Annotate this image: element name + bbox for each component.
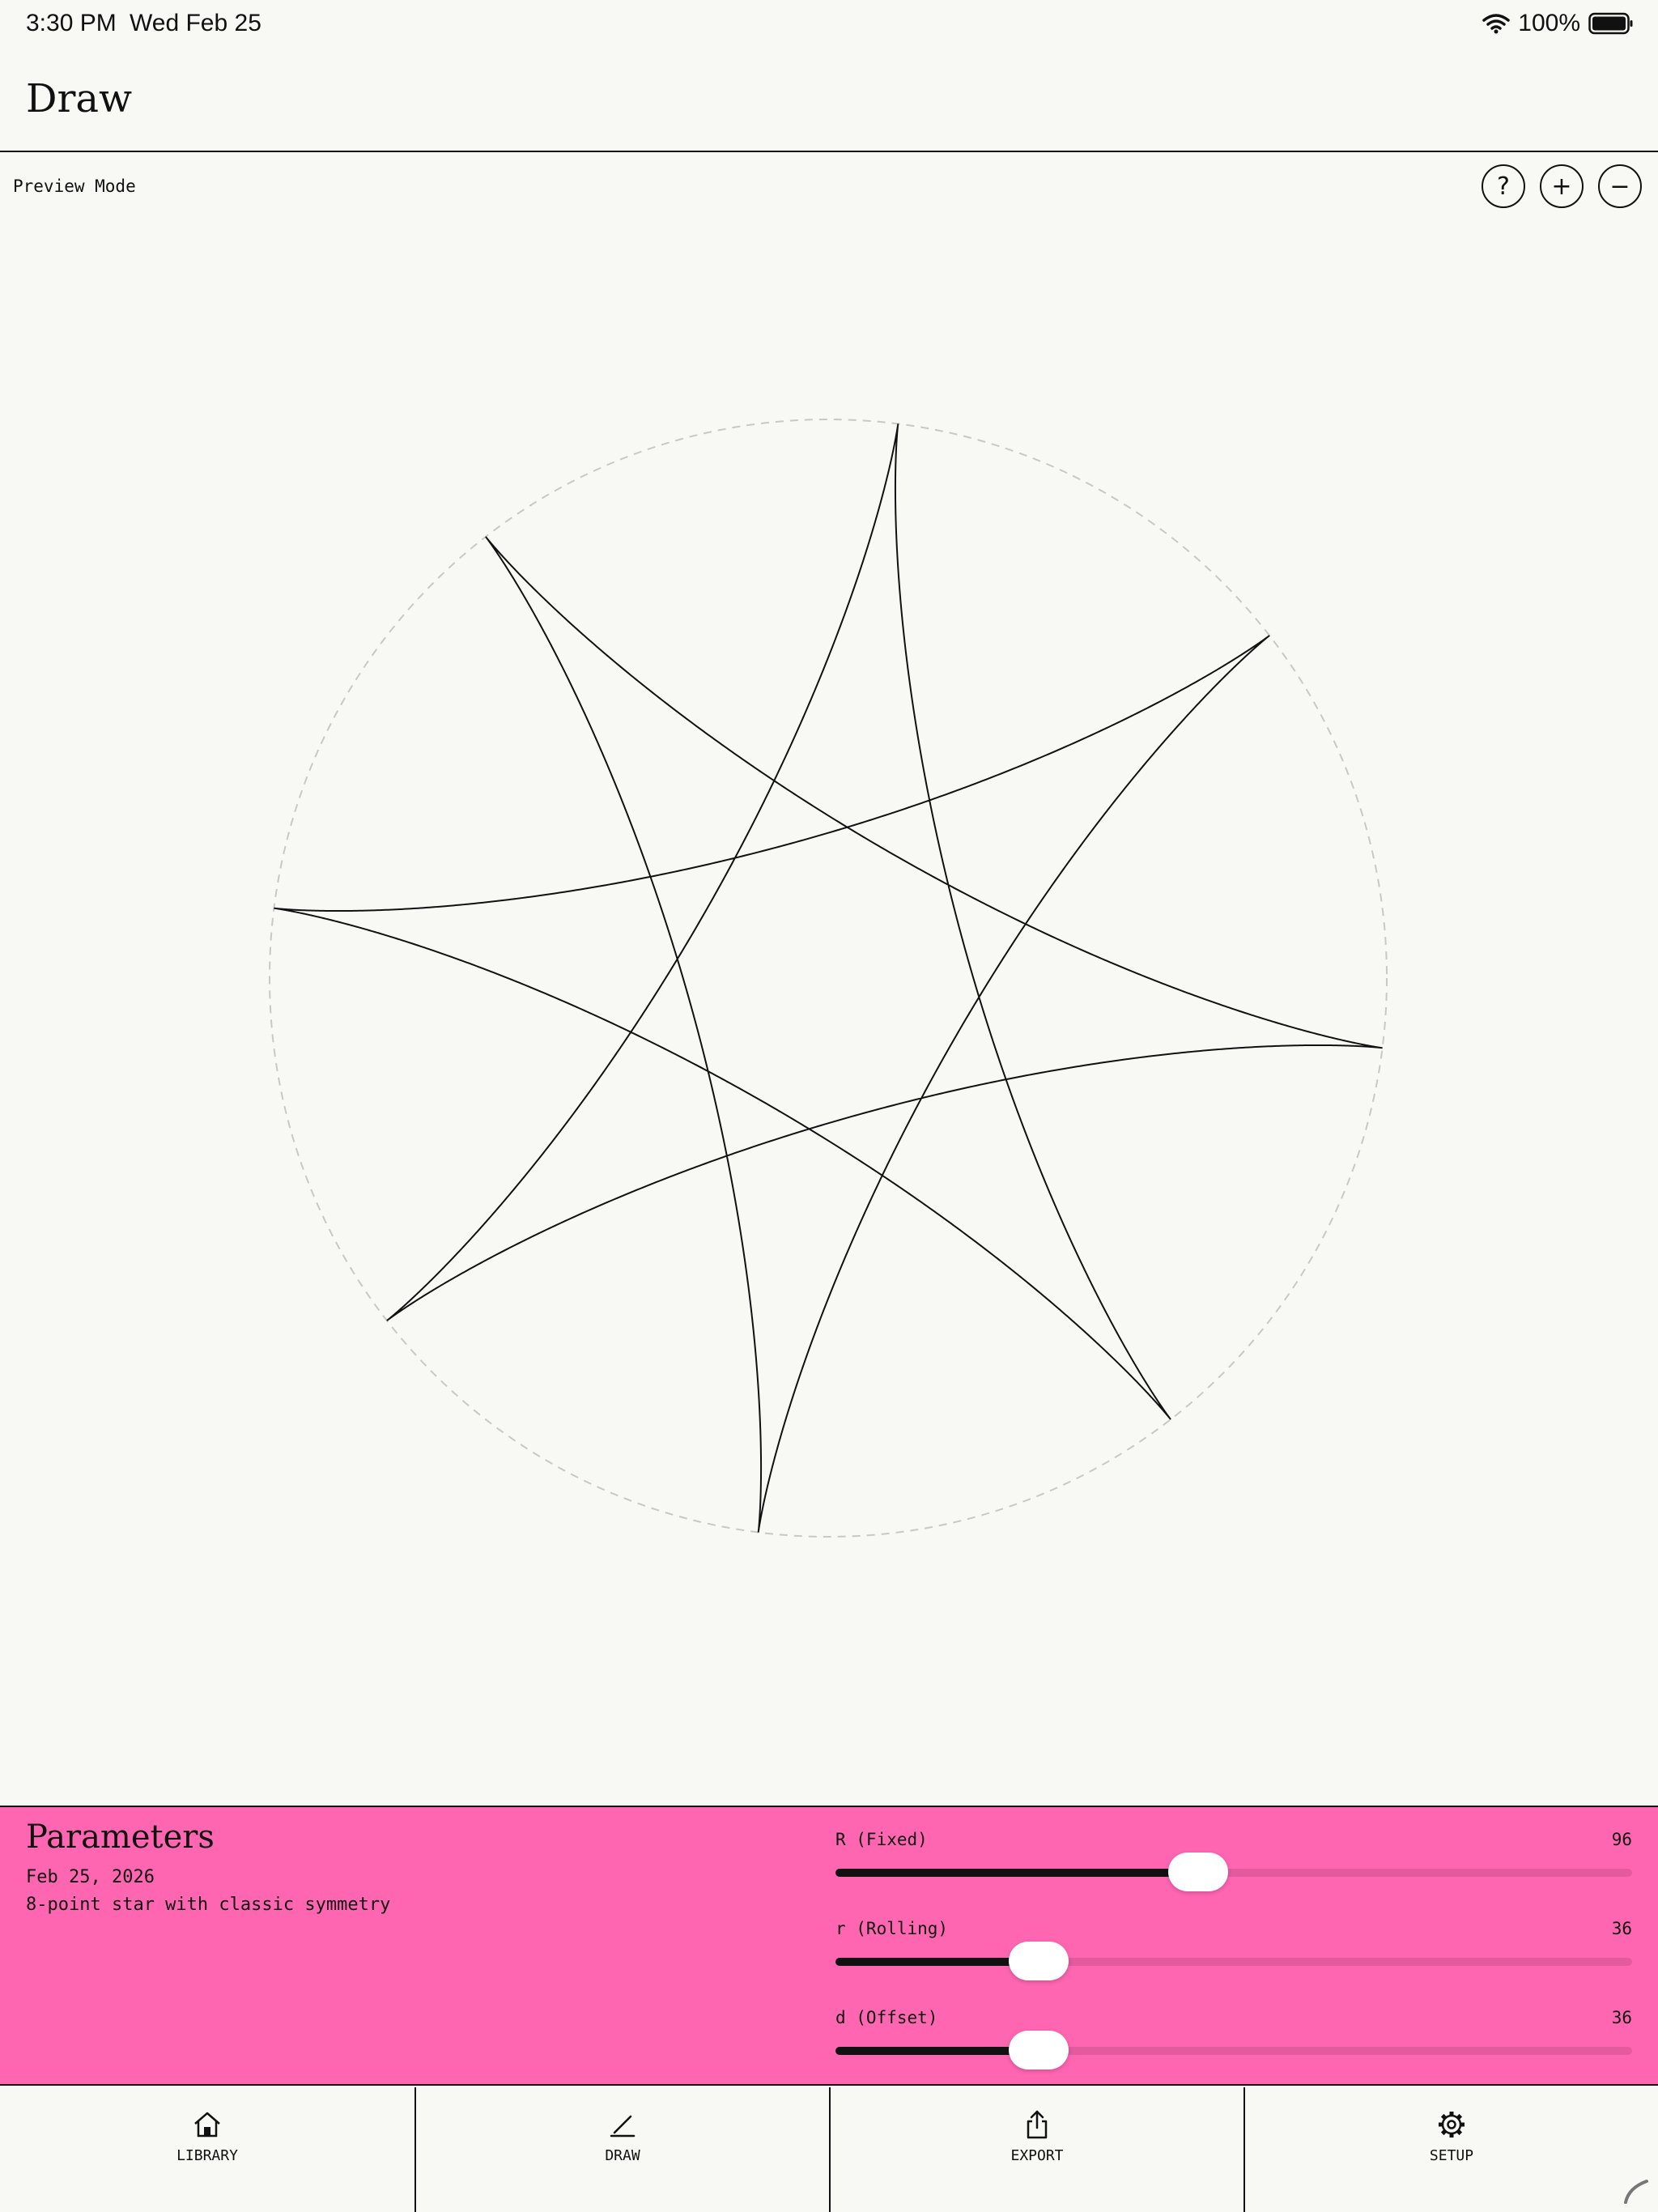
tab-setup[interactable]: SETUP <box>1244 2087 1658 2212</box>
slider-value: 96 <box>1611 1830 1632 1849</box>
wifi-icon <box>1482 14 1511 34</box>
spirograph-drawing <box>269 419 1388 1538</box>
slider-thumb[interactable] <box>1008 1942 1069 1980</box>
minus-icon: − <box>1609 172 1630 201</box>
tab-label: SETUP <box>1429 2147 1474 2164</box>
status-time: 3:30 PM <box>26 10 117 36</box>
parameters-panel: Parameters Feb 25, 2026 8-point star wit… <box>0 1806 1658 2086</box>
tab-draw[interactable]: DRAW <box>414 2087 829 2212</box>
slider-d-offset: d (Offset) 36 <box>835 2008 1632 2089</box>
slider-value: 36 <box>1611 1919 1632 1938</box>
mode-label: Preview Mode <box>13 177 136 196</box>
help-button[interactable]: ? <box>1482 164 1525 208</box>
battery-icon <box>1588 12 1633 35</box>
share-icon <box>1027 2110 1048 2139</box>
parameters-title: Parameters <box>26 1819 215 1856</box>
pen-icon <box>610 2115 636 2138</box>
gear-icon <box>1439 2112 1465 2138</box>
help-icon: ? <box>1497 172 1510 201</box>
resize-handle-icon <box>1624 2180 1648 2204</box>
parameters-description: 8-point star with classic symmetry <box>26 1895 391 1915</box>
battery-percent: 100% <box>1518 10 1580 36</box>
title-bar: Draw <box>0 52 1658 152</box>
slider-value: 36 <box>1611 2008 1632 2027</box>
drawing-canvas[interactable]: Preview Mode ? + − <box>0 152 1658 1806</box>
boundary-circle <box>269 419 1388 1538</box>
tab-label: LIBRARY <box>176 2147 238 2164</box>
slider-r-fixed: R (Fixed) 96 <box>835 1830 1632 1911</box>
parameters-date: Feb 25, 2026 <box>26 1867 155 1887</box>
slider-r-rolling: r (Rolling) 36 <box>835 1919 1632 2000</box>
status-bar: 3:30 PM Wed Feb 25 100% <box>0 0 1658 52</box>
slider-thumb[interactable] <box>1008 2031 1069 2069</box>
slider-track[interactable] <box>835 2031 1632 2069</box>
zoom-in-button[interactable]: + <box>1540 164 1584 208</box>
status-indicators: 100% <box>1482 10 1634 37</box>
tab-bar: LIBRARY DRAW EXPORT SETUP <box>0 2087 1658 2212</box>
tab-label: DRAW <box>605 2147 640 2164</box>
slider-fill <box>835 1869 1198 1877</box>
slider-track[interactable] <box>835 1853 1632 1891</box>
status-date: Wed Feb 25 <box>130 10 261 36</box>
slider-label: d (Offset) <box>835 2008 938 2027</box>
slider-track[interactable] <box>835 1942 1632 1980</box>
slider-label: r (Rolling) <box>835 1919 949 1938</box>
plus-icon: + <box>1551 172 1572 201</box>
tab-export[interactable]: EXPORT <box>829 2087 1244 2212</box>
page-title: Draw <box>26 76 133 121</box>
slider-thumb[interactable] <box>1167 1853 1228 1891</box>
spirograph-curve <box>274 423 1383 1533</box>
tab-library[interactable]: LIBRARY <box>0 2087 414 2212</box>
tab-label: EXPORT <box>1010 2147 1064 2164</box>
slider-label: R (Fixed) <box>835 1830 928 1849</box>
zoom-out-button[interactable]: − <box>1598 164 1642 208</box>
home-icon <box>194 2112 220 2138</box>
